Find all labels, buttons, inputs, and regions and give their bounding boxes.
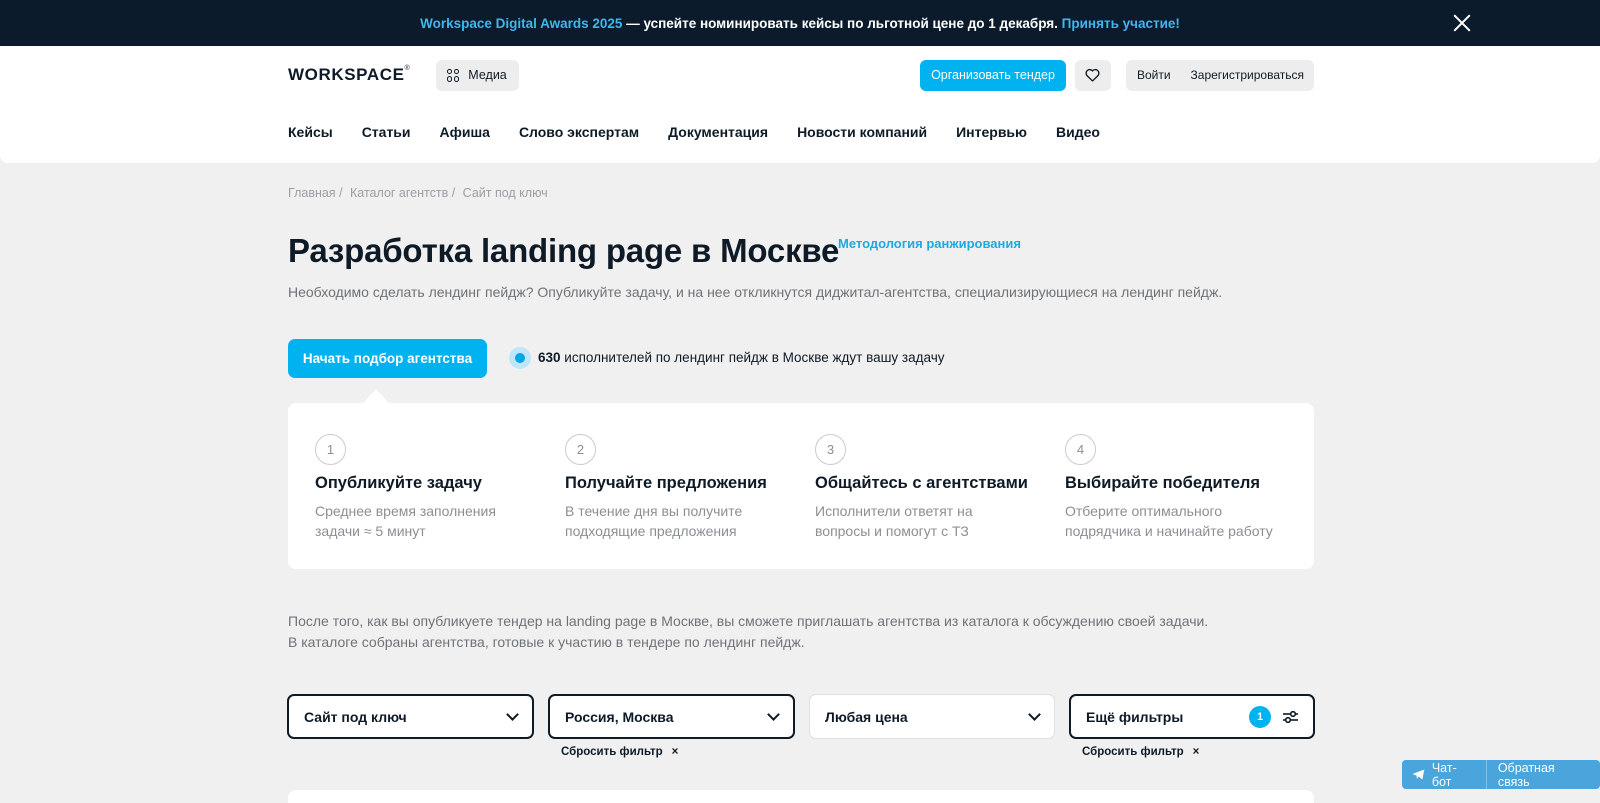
page-subtitle: Необходимо сделать лендинг пейдж? Опубли… <box>288 284 1223 300</box>
step-title: Получайте предложения <box>565 474 767 492</box>
nav-item-news[interactable]: Новости компаний <box>797 124 927 140</box>
nav-item-articles[interactable]: Статьи <box>362 124 411 140</box>
results-card <box>288 790 1314 803</box>
close-icon: × <box>671 746 679 758</box>
step-number: 1 <box>315 434 346 465</box>
step-title: Опубликуйте задачу <box>315 474 482 492</box>
register-button[interactable]: Зарегистрироваться <box>1181 68 1314 82</box>
start-selection-button[interactable]: Начать подбор агентства <box>288 339 487 378</box>
step-item: 3 Общайтесь с агентствами Исполнители от… <box>815 434 1055 541</box>
heart-icon <box>1085 68 1100 82</box>
info-text: После того, как вы опубликуете тендер на… <box>288 613 1209 650</box>
step-number: 3 <box>815 434 846 465</box>
site-header: WORKSPACE® Медиа Организовать тендер Вой… <box>0 46 1600 163</box>
media-button[interactable]: Медиа <box>436 59 519 91</box>
banner-link[interactable]: Принять участие! <box>1062 16 1180 31</box>
grid-icon <box>447 68 460 82</box>
location-filter[interactable]: Россия, Москва <box>548 694 795 739</box>
price-filter[interactable]: Любая цена <box>809 694 1055 739</box>
steps-card: 1 Опубликуйте задачу Среднее время запол… <box>288 389 1314 569</box>
step-description: Исполнители ответят на вопросы и помогут… <box>815 503 973 539</box>
step-description: Среднее время заполнения задачи ≈ 5 мину… <box>315 503 496 539</box>
breadcrumb-home[interactable]: Главная / <box>288 186 343 200</box>
nav-item-experts[interactable]: Слово экспертам <box>519 124 639 140</box>
logo[interactable]: WORKSPACE® <box>288 65 410 85</box>
step-title: Выбирайте победителя <box>1065 474 1260 492</box>
step-item: 4 Выбирайте победителя Отберите оптималь… <box>1065 434 1305 541</box>
step-description: Отберите оптимального подрядчика и начин… <box>1065 503 1273 539</box>
methodology-link[interactable]: Методология ранжирования <box>838 236 1021 251</box>
sliders-icon <box>1283 710 1298 723</box>
page-title: Разработка landing page в Москве <box>288 232 840 269</box>
telegram-icon <box>1412 769 1425 780</box>
breadcrumb-current: Сайт под ключ <box>462 186 548 200</box>
chevron-down-icon <box>506 708 519 721</box>
breadcrumb-catalog[interactable]: Каталог агентств / <box>350 186 455 200</box>
auth-group: Войти Зарегистрироваться <box>1125 59 1314 91</box>
chatbot-button[interactable]: Чат-бот <box>1402 760 1486 789</box>
support-widget: Чат-бот Обратная связь <box>1402 760 1600 789</box>
organize-tender-button[interactable]: Организовать тендер <box>920 59 1066 91</box>
main-nav: Кейсы Статьи Афиша Слово экспертам Докум… <box>288 124 1129 140</box>
favorites-button[interactable] <box>1074 59 1111 91</box>
banner-highlight: Workspace Digital Awards 2025 <box>420 15 623 31</box>
more-filters-button[interactable]: Ещё фильтры 1 <box>1069 694 1315 739</box>
nav-item-cases[interactable]: Кейсы <box>288 124 333 140</box>
step-number: 2 <box>565 434 596 465</box>
chevron-down-icon <box>1028 708 1041 721</box>
nav-item-docs[interactable]: Документация <box>668 124 768 140</box>
login-button[interactable]: Войти <box>1126 68 1181 82</box>
service-filter[interactable]: Сайт под ключ <box>287 694 534 739</box>
live-dot-icon <box>509 347 531 369</box>
step-item: 1 Опубликуйте задачу Среднее время запол… <box>315 434 555 541</box>
promo-banner: Workspace Digital Awards 2025 — успейте … <box>0 0 1600 46</box>
filter-count-badge: 1 <box>1249 705 1271 728</box>
nav-item-events[interactable]: Афиша <box>440 124 490 140</box>
step-title: Общайтесь с агентствами <box>815 474 1028 492</box>
step-item: 2 Получайте предложения В течение дня вы… <box>565 434 805 541</box>
close-icon: × <box>1192 746 1200 758</box>
feedback-button[interactable]: Обратная связь <box>1485 760 1600 789</box>
nav-item-video[interactable]: Видео <box>1056 124 1100 140</box>
close-icon[interactable] <box>1452 13 1472 33</box>
nav-item-interviews[interactable]: Интервью <box>956 124 1027 140</box>
chevron-down-icon <box>767 708 780 721</box>
reset-more-filters[interactable]: Сбросить фильтр × <box>1082 746 1199 758</box>
step-description: В течение дня вы получите подходящие пре… <box>565 503 743 539</box>
step-number: 4 <box>1065 434 1096 465</box>
breadcrumb: Главная / Каталог агентств / Сайт под кл… <box>288 186 552 200</box>
executors-count-text: 630 исполнителей по лендинг пейдж в Моск… <box>538 350 945 365</box>
reset-location-filter[interactable]: Сбросить фильтр × <box>561 746 678 758</box>
banner-text: — успейте номинировать кейсы по льготной… <box>622 15 1062 31</box>
